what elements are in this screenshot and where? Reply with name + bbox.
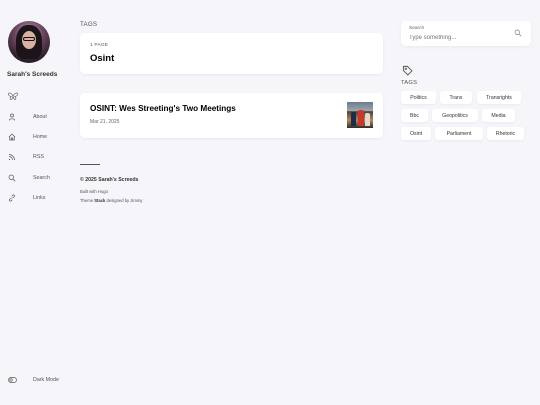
search-label: Search [409,26,425,31]
tag-chip-trans[interactable]: Trans [440,91,472,104]
home-icon [8,133,16,141]
menu-label-about: About [33,114,47,120]
search-input[interactable] [409,33,509,42]
page-count: 1 PAGE [90,43,109,48]
tag-chip-media[interactable]: Media [482,109,515,122]
menu-label-search: Search [33,175,50,181]
toggle-icon [8,377,17,383]
tags-widget-label: TAGS [401,80,418,86]
tag-header-card: 1 PAGE Osint [80,33,383,74]
tag-chip-politics[interactable]: Politics [401,91,436,104]
footer-built-with[interactable]: Built with Hugo [80,189,108,194]
tag-icon [402,65,413,76]
site-name[interactable]: Sarah's Screeds [7,71,57,78]
tag-chip-parliament[interactable]: Parliament [435,127,483,140]
tag-chip-geopolitics[interactable]: Geopolitics [432,109,478,122]
dark-mode-toggle[interactable]: Dark Mode [8,374,78,386]
butterfly-icon[interactable] [8,92,18,101]
search-icon [8,174,16,182]
menu-item-rss[interactable]: RSS [8,151,68,163]
theme-name[interactable]: Stack [94,198,105,203]
footer-copyright: © 2025 Sarah's Screeds [80,177,139,183]
section-label: TAGS [80,21,98,28]
menu-item-links[interactable]: Links [8,192,68,204]
rss-icon [8,154,15,161]
user-icon [8,113,16,121]
tag-chip-bbc[interactable]: Bbc [401,109,428,122]
search-widget: Search [401,21,531,46]
theme-suffix: designed by Jimmy [105,198,143,203]
theme-prefix: Theme [80,198,95,203]
menu-item-about[interactable]: About [8,111,68,123]
dark-mode-label: Dark Mode [33,377,59,383]
search-icon[interactable] [514,29,522,37]
link-icon [9,194,15,202]
left-sidebar: Sarah's Screeds About Home RSS Search Li… [0,0,64,405]
menu-item-home[interactable]: Home [8,131,68,143]
article-thumbnail[interactable] [347,102,373,128]
tag-chip-rhetoric[interactable]: Rhetoric [487,127,524,140]
avatar[interactable] [8,21,50,63]
menu-label-home: Home [33,134,48,140]
tag-title: Osint [90,53,115,64]
article-title[interactable]: OSINT: Wes Streeting's Two Meetings [90,104,236,113]
footer-theme-credit: Theme Stack designed by Jimmy [80,198,142,203]
footer-divider [80,164,100,165]
menu-label-rss: RSS [33,154,44,160]
tag-chip-transrights[interactable]: Transrights [477,91,521,104]
article-card[interactable]: OSINT: Wes Streeting's Two Meetings Mar … [80,93,383,138]
menu-label-links: Links [33,195,46,201]
menu-item-search[interactable]: Search [8,172,68,184]
article-date: Mar 21, 2025 [90,119,120,125]
tag-chip-osint[interactable]: Osint [401,127,431,140]
